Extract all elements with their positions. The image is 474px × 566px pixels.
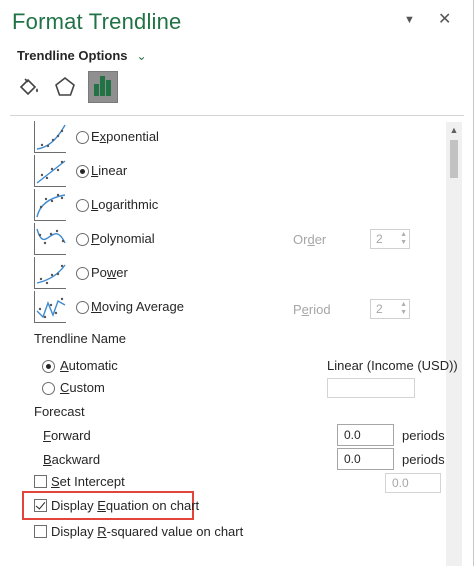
- period-label: Period: [293, 302, 331, 317]
- trend-option-logarithmic[interactable]: Logarithmic: [34, 189, 434, 223]
- set-intercept-checkbox[interactable]: [34, 475, 47, 488]
- custom-name-radio[interactable]: [42, 382, 55, 395]
- order-stepper[interactable]: 2 ▲ ▼: [370, 229, 410, 249]
- trend-option-linear[interactable]: Linear: [34, 155, 434, 189]
- scroll-thumb[interactable]: [450, 140, 458, 178]
- pentagon-icon: [55, 76, 75, 96]
- linear-label: Linear: [91, 163, 128, 178]
- exponential-radio[interactable]: [76, 131, 89, 144]
- effects-tab[interactable]: [50, 71, 80, 103]
- logarithmic-label: Logarithmic: [91, 197, 159, 212]
- polynomial-label: Polynomial: [91, 231, 155, 246]
- moving-average-label: Moving Average: [91, 299, 185, 314]
- exponential-label: Exponential: [91, 129, 159, 144]
- trendline-options-tab[interactable]: [88, 71, 118, 103]
- display-equation-label: Display Equation on chart: [51, 498, 200, 513]
- display-rsquared-label: Display R-squared value on chart: [51, 524, 244, 539]
- stepper-arrows-icon[interactable]: ▲ ▼: [400, 301, 407, 317]
- pane-title: Format Trendline: [12, 9, 182, 34]
- trendline-options-label: Trendline Options: [17, 48, 128, 63]
- trend-option-moving-average[interactable]: Moving Average Period 2 ▲ ▼: [34, 291, 434, 325]
- custom-name-input[interactable]: [327, 378, 415, 398]
- pin-icon[interactable]: ▼: [404, 12, 415, 28]
- chevron-down-icon: ⌄: [136, 48, 147, 63]
- close-icon[interactable]: ✕: [438, 12, 451, 28]
- logarithmic-thumbnail-icon: [34, 189, 66, 221]
- moving-average-radio[interactable]: [76, 301, 89, 314]
- forecast-heading: Forecast: [34, 404, 85, 419]
- moving-average-thumbnail-icon: [34, 291, 66, 323]
- linear-radio[interactable]: [76, 165, 89, 178]
- order-label: Order: [293, 232, 327, 247]
- trend-option-exponential[interactable]: Exponential: [34, 121, 434, 155]
- tab-divider: [10, 115, 464, 116]
- backward-label: Backward: [43, 452, 101, 467]
- custom-name-label: Custom: [60, 380, 105, 395]
- scroll-up-icon[interactable]: ▲: [446, 122, 462, 138]
- forward-unit: periods: [402, 428, 445, 443]
- exponential-thumbnail-icon: [34, 121, 66, 153]
- linear-thumbnail-icon: [34, 155, 66, 187]
- automatic-name-radio[interactable]: [42, 360, 55, 373]
- fill-line-tab[interactable]: [13, 71, 43, 103]
- forward-input[interactable]: 0.0: [337, 424, 394, 446]
- forward-label: Forward: [43, 428, 91, 443]
- backward-input[interactable]: 0.0: [337, 448, 394, 470]
- polynomial-radio[interactable]: [76, 233, 89, 246]
- format-trendline-pane: Format Trendline ▼ ✕ Trendline Options ⌄…: [0, 0, 474, 566]
- power-radio[interactable]: [76, 267, 89, 280]
- period-stepper[interactable]: 2 ▲ ▼: [370, 299, 410, 319]
- stepper-arrows-icon[interactable]: ▲ ▼: [400, 231, 407, 247]
- bar-chart-icon: [89, 72, 117, 102]
- trend-option-power[interactable]: Power: [34, 257, 434, 291]
- power-label: Power: [91, 265, 128, 280]
- trendline-options-dropdown[interactable]: Trendline Options ⌄: [17, 48, 147, 63]
- vertical-scrollbar[interactable]: ▲: [446, 122, 462, 566]
- trend-option-polynomial[interactable]: Polynomial Order 2 ▲ ▼: [34, 223, 434, 257]
- automatic-name-label: Automatic: [60, 358, 118, 373]
- display-rsquared-checkbox[interactable]: [34, 525, 47, 538]
- intercept-input[interactable]: 0.0: [385, 473, 441, 493]
- automatic-name-value: Linear (Income (USD)): [327, 358, 458, 373]
- logarithmic-radio[interactable]: [76, 199, 89, 212]
- paint-bucket-icon: [19, 78, 38, 96]
- backward-unit: periods: [402, 452, 445, 467]
- set-intercept-label: Set Intercept: [51, 474, 125, 489]
- display-equation-checkbox[interactable]: [34, 499, 47, 512]
- power-thumbnail-icon: [34, 257, 66, 289]
- polynomial-thumbnail-icon: [34, 223, 66, 255]
- trendline-name-heading: Trendline Name: [34, 331, 127, 346]
